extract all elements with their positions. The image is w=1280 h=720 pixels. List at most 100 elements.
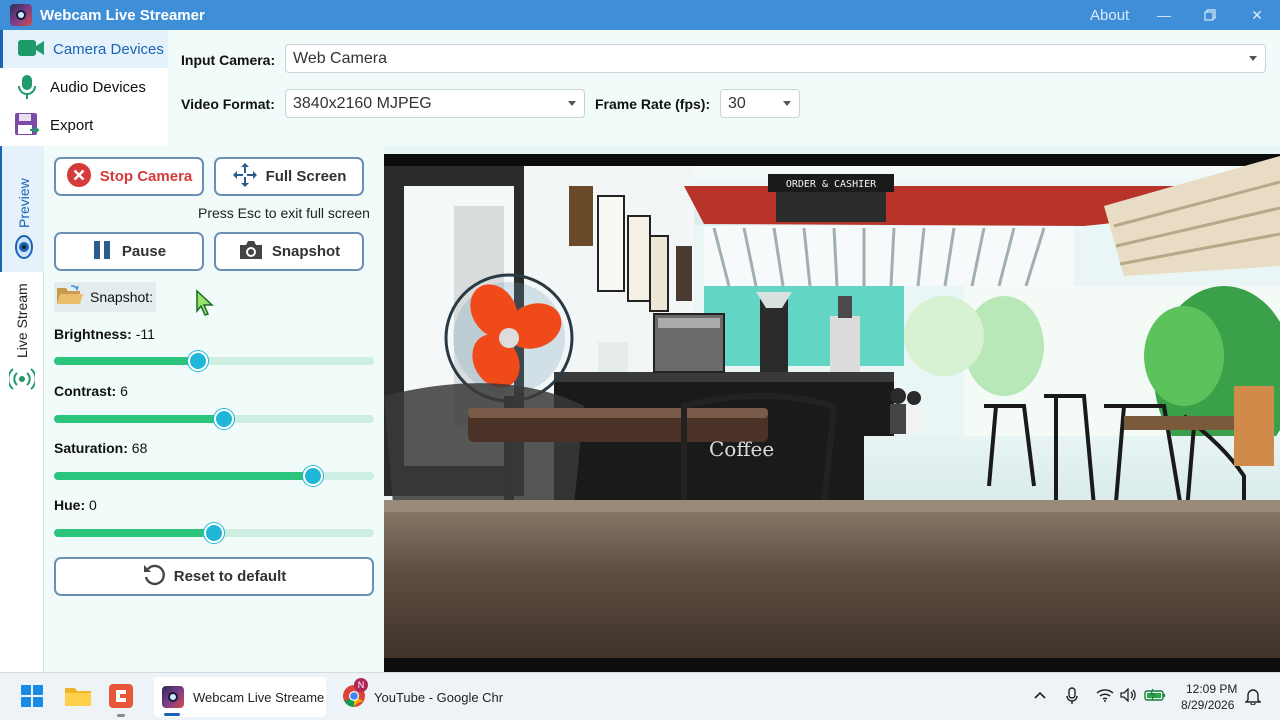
nav-camera-devices[interactable]: Camera Devices <box>0 30 168 68</box>
tab-live-stream[interactable]: Live Stream <box>0 272 44 402</box>
nav-label: Audio Devices <box>50 78 146 96</box>
start-button[interactable] <box>20 673 44 720</box>
battery-icon[interactable] <box>1144 688 1166 705</box>
tab-preview-label: Preview <box>16 178 32 228</box>
camera-icon <box>238 239 264 265</box>
chevron-down-icon <box>1249 56 1257 61</box>
reset-to-default-button[interactable]: Reset to default <box>54 557 374 596</box>
preview-controls: Stop Camera Full Screen Press Esc to exi… <box>44 146 384 672</box>
snapshot-label: Snapshot <box>271 243 341 260</box>
minimize-icon[interactable]: — <box>1153 4 1175 26</box>
slider-thumb[interactable] <box>188 351 208 371</box>
notification-bell-icon[interactable] <box>1244 687 1262 708</box>
slider-thumb[interactable] <box>303 466 323 486</box>
folder-icon <box>64 684 92 711</box>
close-icon[interactable]: ✕ <box>1246 4 1268 26</box>
stop-icon <box>66 162 92 192</box>
folder-open-icon <box>56 283 84 312</box>
video-format-select[interactable]: 3840x2160 MJPEG <box>285 89 585 118</box>
input-camera-select[interactable]: Web Camera <box>285 44 1266 73</box>
nav-audio-devices[interactable]: Audio Devices <box>0 68 168 106</box>
taskbar-app-chrome[interactable]: N YouTube - Google Chr <box>338 673 518 720</box>
full-screen-button[interactable]: Full Screen <box>214 157 364 196</box>
pause-button[interactable]: Pause <box>54 232 204 271</box>
about-link[interactable]: About <box>1090 7 1129 24</box>
save-export-icon <box>14 112 40 138</box>
reset-label: Reset to default <box>173 568 287 585</box>
video-format-label: Video Format: <box>181 96 275 112</box>
mouse-cursor-icon <box>195 289 215 322</box>
taskbar-app-webcam[interactable]: Webcam Live Streame <box>154 677 326 717</box>
app-logo-icon <box>162 686 184 708</box>
nav-export[interactable]: Export <box>0 106 168 144</box>
hue-value: 0 <box>89 497 97 513</box>
input-camera-value: Web Camera <box>293 50 387 67</box>
title-bar: Webcam Live Streamer About — ✕ <box>0 0 1280 30</box>
maximize-icon[interactable] <box>1199 4 1221 26</box>
wifi-icon[interactable] <box>1096 688 1114 705</box>
brightness-value: -11 <box>135 326 155 342</box>
slider-thumb[interactable] <box>214 409 234 429</box>
taskbar: Webcam Live Streame N YouTube - Google C… <box>0 672 1280 720</box>
camera-feed-image: ORDER & CASHIER Coffee <box>384 146 1280 672</box>
red-app-icon <box>108 683 134 712</box>
chrome-icon: N <box>342 677 368 711</box>
frame-rate-label: Frame Rate (fps): <box>595 96 711 112</box>
stop-camera-button[interactable]: Stop Camera <box>54 157 204 196</box>
nav-label: Export <box>50 116 94 134</box>
file-explorer-button[interactable] <box>64 673 92 720</box>
tab-live-stream-label: Live Stream <box>14 283 30 358</box>
frame-rate-select[interactable]: 30 <box>720 89 800 118</box>
windows-logo-icon <box>20 684 44 711</box>
taskbar-app-label: Webcam Live Streame <box>193 689 325 705</box>
snapshot-folder-label: Snapshot: <box>90 289 154 305</box>
fullscreen-arrows-icon <box>232 162 258 192</box>
microphone-icon[interactable] <box>1066 687 1078 708</box>
running-indicator <box>117 714 125 717</box>
saturation-value: 68 <box>131 440 148 456</box>
order-cashier-sign: ORDER & CASHIER <box>786 179 877 190</box>
frame-rate-value: 30 <box>728 95 746 112</box>
clock-time[interactable]: 12:09 PM <box>1186 682 1237 696</box>
saturation-label: Saturation: 68 <box>54 440 148 456</box>
clock-date[interactable]: 8/29/2026 <box>1181 698 1234 712</box>
coffee-cup-text: Coffee <box>709 437 774 461</box>
video-format-value: 3840x2160 MJPEG <box>293 95 432 112</box>
chevron-down-icon <box>783 101 791 106</box>
broadcast-icon <box>7 364 37 399</box>
taskbar-app-label: YouTube - Google Chr <box>374 689 504 705</box>
notification-badge: N <box>354 677 368 692</box>
contrast-label: Contrast: 6 <box>54 383 128 399</box>
volume-icon[interactable] <box>1120 687 1138 705</box>
tab-preview[interactable]: Preview <box>0 146 44 272</box>
device-nav: Camera Devices Audio Devices Export <box>0 30 168 146</box>
camera-preview[interactable]: ORDER & CASHIER Coffee <box>384 146 1280 672</box>
microphone-icon <box>14 74 40 100</box>
window-title: Webcam Live Streamer <box>40 6 205 24</box>
pause-icon <box>92 240 112 264</box>
chevron-down-icon <box>568 101 576 106</box>
snapshot-button[interactable]: Snapshot <box>214 232 364 271</box>
chevron-up-icon[interactable] <box>1034 689 1046 703</box>
stop-camera-label: Stop Camera <box>99 168 193 185</box>
slider-thumb[interactable] <box>204 523 224 543</box>
hue-slider[interactable] <box>54 523 374 543</box>
reset-icon <box>142 563 166 591</box>
app-logo-icon <box>10 4 32 26</box>
snapshot-folder-button[interactable]: Snapshot: <box>54 282 156 312</box>
input-camera-label: Input Camera: <box>181 52 276 68</box>
contrast-slider[interactable] <box>54 409 374 429</box>
eye-icon <box>13 234 35 265</box>
brightness-slider[interactable] <box>54 351 374 371</box>
brightness-label: Brightness: -11 <box>54 326 155 342</box>
nav-label: Camera Devices <box>53 40 164 58</box>
pause-label: Pause <box>121 243 167 260</box>
camera-settings: Input Camera: Web Camera Video Format: 3… <box>168 30 1280 146</box>
hue-label: Hue: 0 <box>54 497 97 513</box>
full-screen-label: Full Screen <box>265 168 347 185</box>
contrast-value: 6 <box>120 383 128 399</box>
saturation-slider[interactable] <box>54 466 374 486</box>
view-tabs: Preview Live Stream <box>0 146 44 672</box>
app-shortcut-button[interactable] <box>108 673 134 720</box>
video-camera-icon <box>17 36 44 62</box>
